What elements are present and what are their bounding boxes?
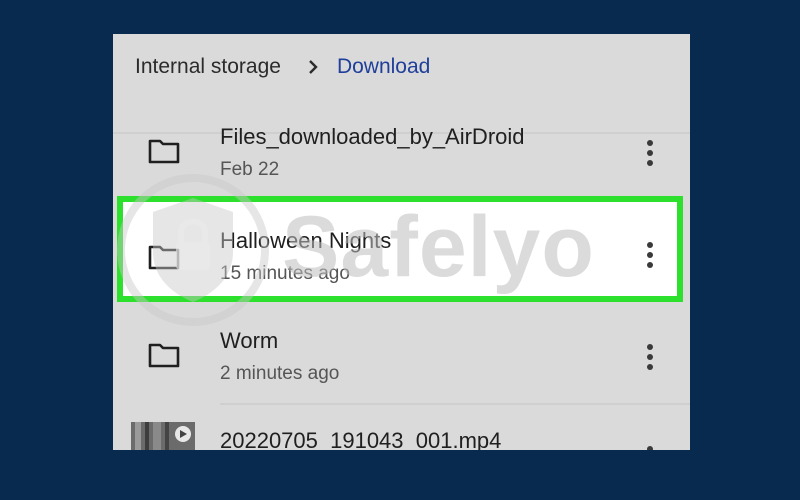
- file-row-airdroid[interactable]: Files_downloaded_by_AirDroid Feb 22: [113, 98, 690, 198]
- more-vert-icon[interactable]: [642, 240, 658, 270]
- file-name: Worm: [220, 328, 279, 353]
- row-divider: [220, 403, 690, 405]
- highlighted-file-row[interactable]: Halloween Nights 15 minutes ago: [117, 196, 683, 302]
- breadcrumb: Internal storage Download: [113, 34, 690, 99]
- file-row-worm[interactable]: Worm 2 minutes ago: [113, 302, 690, 402]
- more-vert-icon[interactable]: [642, 342, 658, 372]
- folder-icon: [148, 343, 180, 368]
- file-name: Files_downloaded_by_AirDroid: [220, 124, 525, 149]
- breadcrumb-internal-storage[interactable]: Internal storage: [135, 55, 281, 79]
- file-row-video[interactable]: 20220705_191043_001.mp4: [113, 406, 690, 450]
- file-name: Halloween Nights: [220, 228, 392, 253]
- file-meta: 15 minutes ago: [220, 263, 350, 284]
- chevron-right-icon: [309, 59, 318, 74]
- file-meta: 2 minutes ago: [220, 363, 340, 384]
- more-vert-icon[interactable]: [642, 444, 658, 450]
- file-meta: Feb 22: [220, 159, 280, 180]
- folder-icon: [148, 245, 180, 270]
- file-name: 20220705_191043_001.mp4: [220, 428, 502, 450]
- video-thumbnail-icon: [131, 422, 195, 450]
- breadcrumb-download[interactable]: Download: [337, 55, 430, 79]
- video-thumbnail: [131, 422, 195, 450]
- more-vert-icon[interactable]: [642, 138, 658, 168]
- folder-icon: [148, 139, 180, 164]
